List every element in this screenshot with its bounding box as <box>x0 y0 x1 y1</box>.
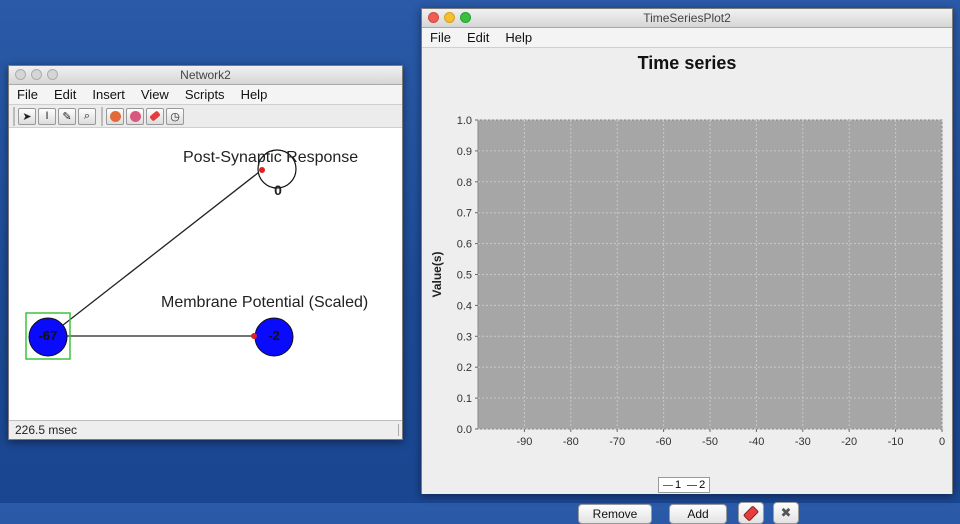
x-tick-label: -70 <box>609 436 625 448</box>
tools-icon: ✖ <box>780 505 792 520</box>
minimize-window-button[interactable] <box>31 69 42 80</box>
x-tick-label: -40 <box>748 436 764 448</box>
network-window-title: Network2 <box>180 68 231 82</box>
y-tick-label: 0.1 <box>457 393 472 405</box>
chart-legend: 1 2 <box>658 477 711 493</box>
network-graph <box>25 149 297 360</box>
text-tool-icon[interactable]: I <box>38 107 56 125</box>
legend-item-2: 2 <box>687 479 705 491</box>
y-tick-label: 1.0 <box>457 115 472 127</box>
eraser-icon <box>742 504 760 522</box>
membrane-value: -2 <box>268 328 280 343</box>
y-tick-label: 0.0 <box>457 424 472 436</box>
y-tick-label: 0.4 <box>457 300 472 312</box>
y-axis-label: Value(s) <box>430 251 444 297</box>
y-tick-label: 0.5 <box>457 270 472 282</box>
network-toolbar: ➤ I ✎ ⌕ ◷ <box>9 105 402 128</box>
network-titlebar[interactable]: Network2 <box>9 66 402 85</box>
timeseries-titlebar[interactable]: TimeSeriesPlot2 <box>422 9 952 28</box>
preferences-button[interactable]: ✖ <box>773 502 799 524</box>
eraser-icon[interactable] <box>146 107 164 125</box>
y-tick-label: 0.6 <box>457 239 472 251</box>
zoom-tool-icon[interactable]: ⌕ <box>78 107 96 125</box>
wand-tool-icon[interactable]: ✎ <box>58 107 76 125</box>
time-series-chart: 0.0 0.1 0.2 0.3 0.4 0.5 0.6 0.7 0.8 0.9 1.0 -90 -80 -… <box>430 115 945 448</box>
run-icon[interactable] <box>126 107 144 125</box>
y-tick-label: 0.7 <box>457 208 472 220</box>
source-value: -67 <box>38 328 58 343</box>
clear-eraser-button[interactable] <box>738 502 764 524</box>
network-menubar: File Edit Insert View Scripts Help <box>9 85 402 105</box>
timeseries-menubar: File Edit Help <box>422 28 952 48</box>
selection-tool-icon[interactable]: ➤ <box>18 107 36 125</box>
membrane-label: Membrane Potential (Scaled) <box>161 294 369 311</box>
x-tick-label: -30 <box>795 436 811 448</box>
y-tick-label: 0.2 <box>457 362 472 374</box>
plot-panel: Time series 0.0 0.1 0.2 0.3 0.4 0.5 0.6 0.7 0.8 0… <box>422 48 952 524</box>
menu-help[interactable]: Help <box>233 87 276 102</box>
zoom-window-button[interactable] <box>460 12 471 23</box>
post-synaptic-value: 0 <box>274 182 282 198</box>
menu-edit[interactable]: Edit <box>46 87 84 102</box>
x-tick-label: -50 <box>702 436 718 448</box>
y-tick-label: 0.3 <box>457 331 472 343</box>
network-statusbar: 226.5 msec <box>9 420 402 439</box>
menu-scripts[interactable]: Scripts <box>177 87 233 102</box>
synapse-dot-1 <box>259 167 265 173</box>
menu-insert[interactable]: Insert <box>84 87 133 102</box>
add-button[interactable]: Add <box>669 504 727 524</box>
clock-icon[interactable]: ◷ <box>166 107 184 125</box>
synapse-dot-2 <box>251 333 257 339</box>
network-canvas[interactable]: Post-Synaptic Response 0 Membrane Potent… <box>9 128 402 420</box>
close-window-button[interactable] <box>428 12 439 23</box>
menu-file[interactable]: File <box>9 87 46 102</box>
timeseries-window-title: TimeSeriesPlot2 <box>643 11 731 25</box>
x-tick-label: 0 <box>939 436 945 448</box>
y-tick-label: 0.8 <box>457 177 472 189</box>
network-window[interactable]: Network2 File Edit Insert View Scripts H… <box>8 65 403 440</box>
resize-grip-icon[interactable] <box>386 424 399 436</box>
remove-button[interactable]: Remove <box>578 504 652 524</box>
x-tick-label: -80 <box>563 436 579 448</box>
close-window-button[interactable] <box>15 69 26 80</box>
post-synaptic-label: Post-Synaptic Response <box>183 149 359 166</box>
menu-file[interactable]: File <box>422 30 459 45</box>
x-tick-label: -20 <box>841 436 857 448</box>
menu-view[interactable]: View <box>133 87 177 102</box>
y-tick-label: 0.9 <box>457 146 472 158</box>
zoom-window-button[interactable] <box>47 69 58 80</box>
legend-item-1: 1 <box>663 479 681 491</box>
x-tick-label: -60 <box>656 436 672 448</box>
x-tick-label: -10 <box>888 436 904 448</box>
time-readout: 226.5 msec <box>15 423 78 437</box>
x-tick-label: -90 <box>516 436 532 448</box>
menu-help[interactable]: Help <box>497 30 540 45</box>
menu-edit[interactable]: Edit <box>459 30 497 45</box>
iterate-icon[interactable] <box>106 107 124 125</box>
minimize-window-button[interactable] <box>444 12 455 23</box>
timeseries-window[interactable]: TimeSeriesPlot2 File Edit Help Time seri… <box>421 8 953 524</box>
